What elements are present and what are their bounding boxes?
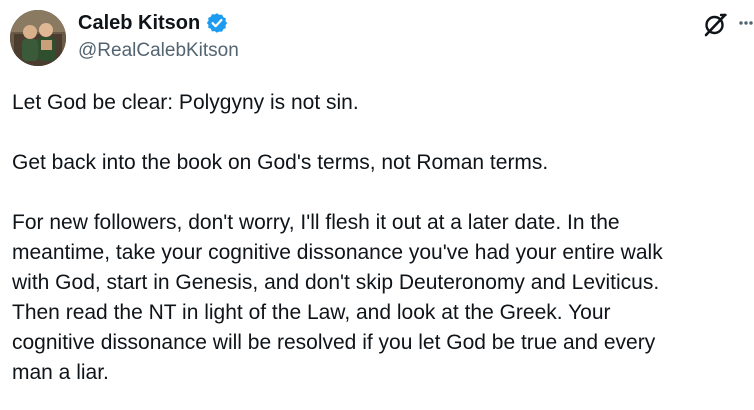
display-name[interactable]: Caleb Kitson <box>78 10 200 36</box>
display-name-row: Caleb Kitson <box>78 10 239 36</box>
tweet-header: Caleb Kitson @RealCalebKitson <box>0 0 754 80</box>
tweet-paragraph-1: Let God be clear: Polygyny is not sin. <box>12 91 359 114</box>
author-names: Caleb Kitson @RealCalebKitson <box>78 10 239 64</box>
tweet-paragraph-3: For new followers, don't worry, I'll fle… <box>12 211 663 384</box>
grok-icon[interactable] <box>702 12 728 38</box>
tweet: Caleb Kitson @RealCalebKitson Let God be… <box>0 0 754 410</box>
avatar-image <box>10 10 66 66</box>
verified-badge-icon[interactable] <box>206 12 228 34</box>
tweet-paragraph-2: Get back into the book on God's terms, n… <box>12 151 549 174</box>
handle[interactable]: @RealCalebKitson <box>78 38 239 64</box>
tweet-text: Let God be clear: Polygyny is not sin. G… <box>12 88 750 388</box>
avatar[interactable] <box>10 10 66 66</box>
more-options-icon[interactable] <box>738 8 754 38</box>
